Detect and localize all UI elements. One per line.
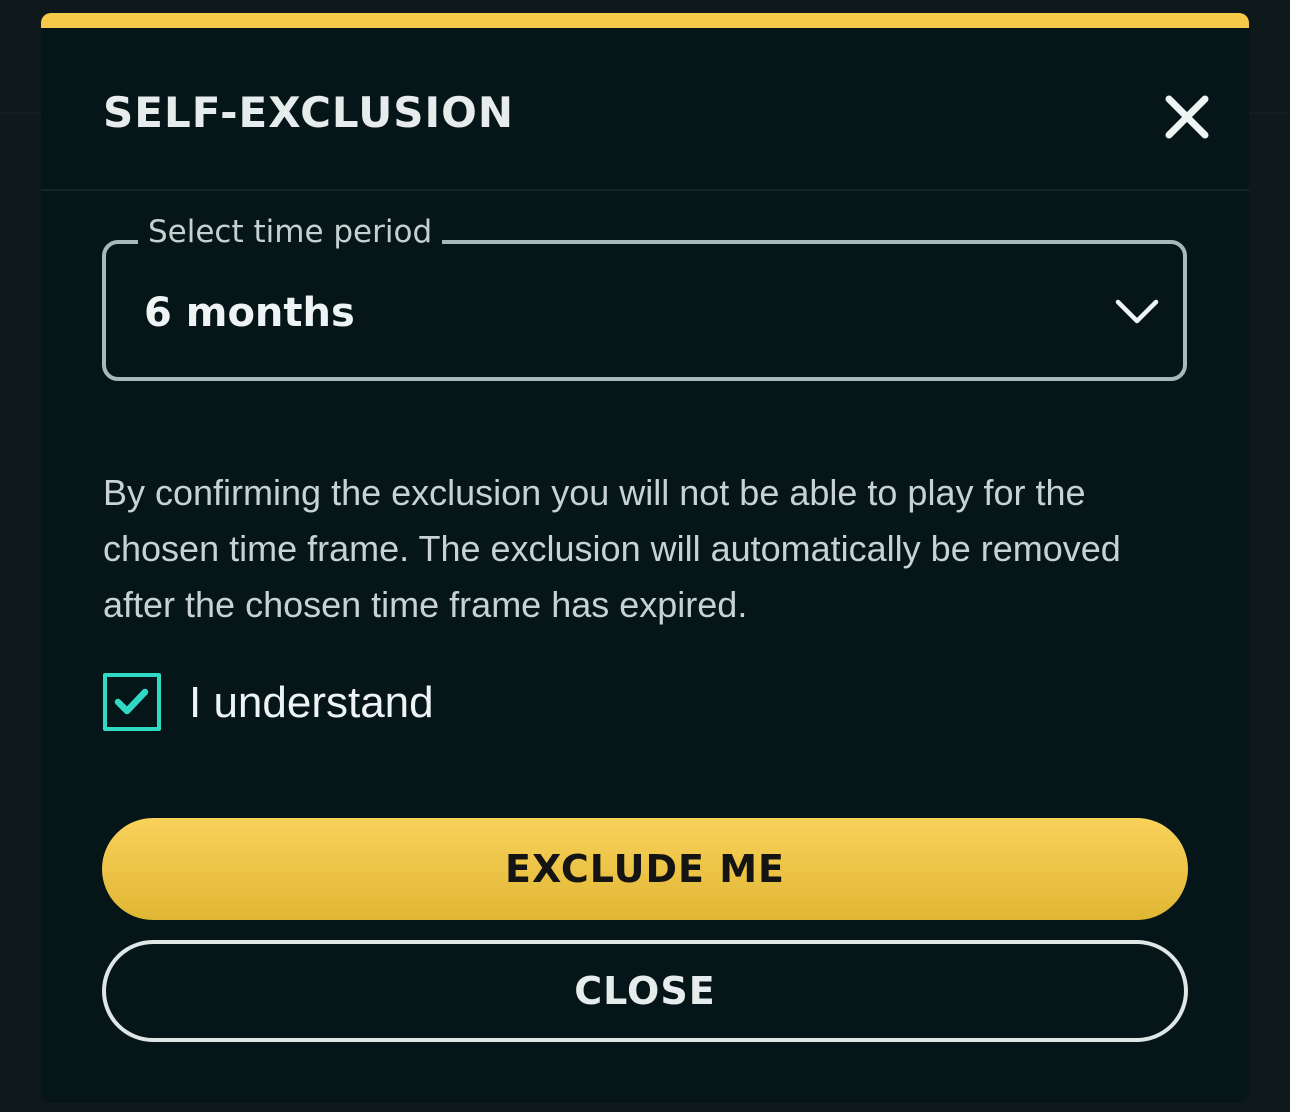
close-button[interactable]: CLOSE (102, 940, 1188, 1042)
time-period-label: Select time period (138, 212, 443, 252)
exclude-me-button[interactable]: EXCLUDE ME (102, 818, 1188, 920)
dialog-title: SELF-EXCLUSION (103, 88, 515, 137)
time-period-select[interactable]: Select time period 6 months (102, 212, 1187, 381)
understand-checkbox[interactable] (103, 673, 161, 731)
dialog-header: SELF-EXCLUSION (41, 28, 1249, 191)
chevron-down-icon (1114, 296, 1160, 326)
exclusion-description: By confirming the exclusion you will not… (103, 472, 1121, 625)
dialog-accent-bar (41, 13, 1249, 28)
check-icon (114, 688, 149, 715)
close-icon[interactable] (1163, 93, 1211, 141)
time-period-value: 6 months (144, 290, 355, 336)
understand-label[interactable]: I understand (189, 676, 434, 730)
self-exclusion-dialog: SELF-EXCLUSION Select time period 6 mont… (41, 13, 1249, 1103)
